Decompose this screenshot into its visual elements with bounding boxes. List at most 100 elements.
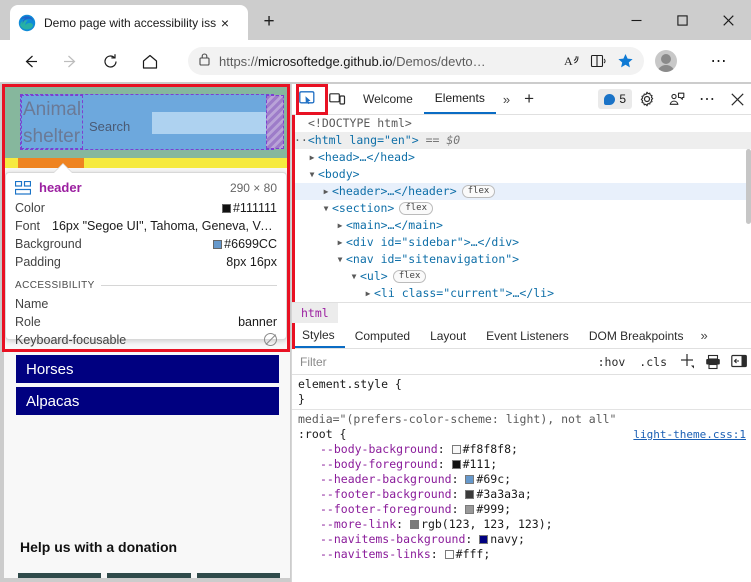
browser-tab[interactable]: Demo page with accessibility iss ×	[10, 5, 248, 40]
css-declaration[interactable]: --footer-background: #3a3a3a;	[298, 487, 746, 502]
toggle-sidebar-icon[interactable]	[726, 350, 751, 374]
reload-button[interactable]	[96, 47, 124, 75]
dom-node[interactable]: ▼ <body>	[292, 166, 751, 183]
tab-computed[interactable]: Computed	[345, 323, 420, 348]
immersive-reader-icon[interactable]	[586, 49, 612, 73]
tab-event-listeners[interactable]: Event Listeners	[476, 323, 579, 348]
annotation-accent-styles	[292, 323, 295, 349]
styles-more-tabs-chevron-icon[interactable]: »	[694, 328, 715, 343]
css-declaration[interactable]: --body-background: #f8f8f8;	[298, 442, 746, 457]
tooltip-property-key: Background	[15, 237, 82, 251]
styles-filter-input[interactable]: Filter	[300, 355, 591, 369]
tab-styles[interactable]: Styles	[292, 323, 345, 348]
css-declaration[interactable]: --more-link: rgb(123, 123, 123);	[298, 517, 746, 532]
flex-badge[interactable]: flex	[392, 270, 427, 283]
tab-title: Demo page with accessibility iss	[44, 15, 216, 30]
url-text: https://microsoftedge.github.io/Demos/de…	[219, 53, 486, 69]
tooltip-property-row: Padding 8px 16px	[15, 253, 277, 271]
css-declaration[interactable]: --navitems-background: navy;	[298, 532, 746, 547]
tab-close-icon[interactable]: ×	[216, 14, 234, 32]
dom-node[interactable]: ▶ <div id="sidebar">…</div>	[292, 234, 751, 251]
dom-node[interactable]: ▶ <li class="current">…</li>	[292, 285, 751, 302]
page-nav-list: Horses Alpacas	[16, 355, 279, 419]
element-style-block[interactable]: element.style { }	[292, 375, 751, 409]
more-tabs-chevron-icon[interactable]: »	[496, 92, 517, 107]
new-tab-button[interactable]: +	[255, 9, 283, 35]
flex-layout-icon	[14, 180, 32, 195]
not-allowed-icon	[264, 333, 277, 346]
accessibility-section-header: ACCESSIBILITY	[15, 280, 277, 291]
tooltip-property-key: Padding	[15, 255, 61, 269]
dom-node[interactable]: ·· <html lang="en"> == $0	[292, 132, 751, 149]
css-rule-root[interactable]: media="(prefers-color-scheme: light), no…	[292, 409, 751, 564]
devtools-tab-welcome[interactable]: Welcome	[352, 84, 424, 114]
a11y-value: banner	[238, 315, 277, 329]
css-source-link[interactable]: light-theme.css:1	[633, 427, 746, 442]
home-button[interactable]	[136, 47, 164, 75]
donation-amount-button[interactable]: 200	[196, 573, 280, 578]
css-declaration[interactable]: --body-foreground: #111;	[298, 457, 746, 472]
favorite-star-icon[interactable]	[612, 49, 638, 73]
dom-node[interactable]: ▼ <ul> flex	[292, 268, 751, 285]
page-nav-item[interactable]: Horses	[16, 355, 279, 383]
page-nav-item[interactable]: Alpacas	[16, 387, 279, 415]
close-window-button[interactable]	[705, 0, 751, 40]
styles-rules-list[interactable]: element.style { } media="(prefers-color-…	[292, 375, 751, 582]
dom-tree[interactable]: <!DOCTYPE html> ·· <html lang="en"> == $0…	[292, 115, 751, 302]
devtools-toolbar-right: 5 ⋯	[594, 85, 751, 113]
dom-node[interactable]: ▼ <nav id="sitenavigation">	[292, 251, 751, 268]
cls-toggle[interactable]: .cls	[632, 355, 674, 369]
hov-toggle[interactable]: :hov	[591, 355, 633, 369]
css-declaration[interactable]: --header-background: #69c;	[298, 472, 746, 487]
donation-amount-button[interactable]: 50	[18, 573, 102, 578]
read-aloud-icon[interactable]: A	[560, 49, 586, 73]
donation-heading: Help us with a donation	[20, 539, 178, 555]
devtools-tab-elements[interactable]: Elements	[423, 84, 496, 114]
dom-tree-scrollbar[interactable]	[746, 149, 751, 224]
breadcrumb-item-html[interactable]: html	[292, 302, 338, 324]
dom-node[interactable]: <!DOCTYPE html>	[292, 115, 751, 132]
flex-badge[interactable]: flex	[399, 202, 433, 215]
flex-badge[interactable]: flex	[461, 185, 496, 198]
dom-node[interactable]: ▶ <header>…</header> flex	[292, 183, 751, 200]
styles-filter-bar: Filter :hov .cls	[292, 349, 751, 375]
dom-node[interactable]: ▶ <main>…</main>	[292, 217, 751, 234]
maximize-button[interactable]	[659, 0, 705, 40]
inspect-element-icon[interactable]	[292, 85, 322, 113]
tooltip-property-key: Font	[15, 219, 41, 233]
highlight-margin-stripe	[266, 95, 284, 149]
feedback-icon[interactable]	[662, 85, 692, 113]
lock-icon	[198, 52, 211, 71]
device-emulation-icon[interactable]	[322, 85, 352, 113]
new-style-rule-icon[interactable]	[674, 350, 700, 374]
gear-icon[interactable]	[632, 85, 662, 113]
profile-avatar[interactable]	[655, 50, 677, 72]
tooltip-property-value: #6699CC	[82, 235, 277, 253]
browser-more-icon[interactable]: ⋯	[706, 50, 732, 72]
css-media-query: media="(prefers-color-scheme: light), no…	[298, 412, 617, 426]
print-media-icon[interactable]	[700, 350, 726, 374]
dom-node[interactable]: ▶ <head>…</head>	[292, 149, 751, 166]
tab-dom-breakpoints[interactable]: DOM Breakpoints	[579, 323, 694, 348]
donation-amounts: 50 100 200	[18, 573, 280, 578]
devtools-more-icon[interactable]: ⋯	[692, 85, 722, 113]
browser-window: Demo page with accessibility iss × + htt…	[0, 0, 751, 582]
back-button[interactable]	[16, 47, 44, 75]
dom-node[interactable]: ▼ <section> flex	[292, 200, 751, 217]
url-bar[interactable]: https://microsoftedge.github.io/Demos/de…	[188, 47, 644, 75]
element-style-close: }	[298, 392, 305, 406]
issues-badge[interactable]: 5	[598, 89, 632, 109]
tooltip-property-value: 8px 16px	[226, 255, 277, 269]
css-declaration[interactable]: --navitems-links: #fff;	[298, 547, 746, 562]
svg-text:A: A	[564, 54, 573, 68]
tab-layout[interactable]: Layout	[420, 323, 476, 348]
add-tab-button[interactable]: +	[517, 89, 541, 109]
donation-amount-button[interactable]: 100	[107, 573, 191, 578]
a11y-key: Keyboard-focusable	[15, 333, 127, 347]
minimize-button[interactable]	[613, 0, 659, 40]
styles-pane-tabs: Styles Computed Layout Event Listeners D…	[292, 323, 751, 349]
page-search-input[interactable]	[152, 112, 277, 134]
css-declaration[interactable]: --footer-foreground: #999;	[298, 502, 746, 517]
close-devtools-icon[interactable]	[722, 85, 751, 113]
window-controls	[613, 0, 751, 40]
